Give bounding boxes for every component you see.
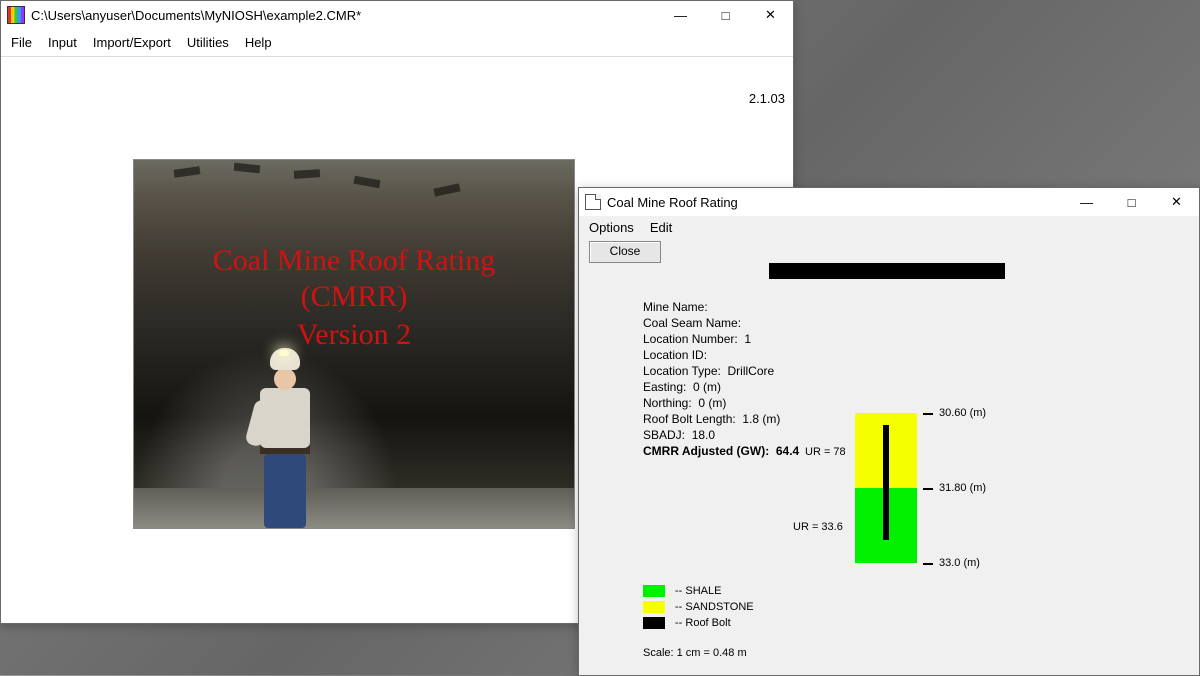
document-icon <box>585 194 601 210</box>
ur-bot-label: UR = 33.6 <box>793 521 843 533</box>
app-version-label: 2.1.03 <box>749 91 785 106</box>
legend-swatch-sandstone <box>643 601 665 613</box>
menu-edit[interactable]: Edit <box>650 220 672 235</box>
legend-label-sandstone: -- SANDSTONE <box>675 601 754 613</box>
cmrr-label: CMRR Adjusted (GW): <box>643 444 769 458</box>
close-button[interactable]: ✕ <box>748 1 793 29</box>
northing-value: 0 (m) <box>698 396 726 410</box>
legend-row-shale: -- SHALE <box>643 583 754 599</box>
depth-tick-mid <box>923 488 933 490</box>
legend-row-roofbolt: -- Roof Bolt <box>643 615 754 631</box>
easting-label: Easting: <box>643 380 686 394</box>
ur-top-label: UR = 78 <box>805 446 846 458</box>
legend: -- SHALE -- SANDSTONE -- Roof Bolt <box>643 583 754 631</box>
sbadj-value: 18.0 <box>692 428 715 442</box>
location-type-value: DrillCore <box>728 364 775 378</box>
location-type-label: Location Type: <box>643 364 721 378</box>
miner-icon <box>246 348 324 528</box>
strat-column <box>855 413 917 563</box>
northing-label: Northing: <box>643 396 692 410</box>
close-panel-button[interactable]: Close <box>589 241 661 263</box>
depth-label-top: 30.60 (m) <box>939 407 986 419</box>
hero-line-3: Version 2 <box>134 318 574 352</box>
mine-name-label: Mine Name: <box>643 300 708 314</box>
hero-line-1: Coal Mine Roof Rating <box>134 244 574 278</box>
rating-window-title: Coal Mine Roof Rating <box>607 195 1064 210</box>
cmrr-value: 64.4 <box>776 444 799 458</box>
location-fields: Mine Name: Coal Seam Name: Location Numb… <box>643 299 799 459</box>
roof-bolt-value: 1.8 (m) <box>742 412 780 426</box>
maximize-button[interactable]: □ <box>703 1 748 29</box>
sbadj-label: SBADJ: <box>643 428 685 442</box>
menu-help[interactable]: Help <box>245 35 272 50</box>
main-titlebar: C:\Users\anyuser\Documents\MyNIOSH\examp… <box>1 1 793 29</box>
depth-tick-top <box>923 413 933 415</box>
menu-import-export[interactable]: Import/Export <box>93 35 171 50</box>
location-number-label: Location Number: <box>643 332 738 346</box>
location-id-label: Location ID: <box>643 348 707 362</box>
main-menubar: File Input Import/Export Utilities Help <box>1 29 793 57</box>
scale-label: Scale: 1 cm = 0.48 m <box>643 647 747 659</box>
legend-row-sandstone: -- SANDSTONE <box>643 599 754 615</box>
rating-menubar: Options Edit <box>579 216 1199 237</box>
rating-titlebar: Coal Mine Roof Rating — □ ✕ <box>579 188 1199 216</box>
menu-file[interactable]: File <box>11 35 32 50</box>
coal-seam-label: Coal Seam Name: <box>643 316 741 330</box>
legend-swatch-shale <box>643 585 665 597</box>
depth-tick-bot <box>923 563 933 565</box>
menu-utilities[interactable]: Utilities <box>187 35 229 50</box>
rating-window: Coal Mine Roof Rating — □ ✕ Options Edit… <box>578 187 1200 676</box>
depth-label-bot: 33.0 (m) <box>939 557 980 569</box>
rating-close-button[interactable]: ✕ <box>1154 188 1199 216</box>
hero-image: Coal Mine Roof Rating (CMRR) Version 2 <box>133 159 575 529</box>
menu-input[interactable]: Input <box>48 35 77 50</box>
menu-options[interactable]: Options <box>589 220 634 235</box>
main-window-title: C:\Users\anyuser\Documents\MyNIOSH\examp… <box>31 8 658 23</box>
minimize-button[interactable]: — <box>658 1 703 29</box>
rating-maximize-button[interactable]: □ <box>1109 188 1154 216</box>
easting-value: 0 (m) <box>693 380 721 394</box>
hero-line-2: (CMRR) <box>134 280 574 314</box>
legend-swatch-roofbolt <box>643 617 665 629</box>
legend-label-roofbolt: -- Roof Bolt <box>675 617 731 629</box>
depth-label-mid: 31.80 (m) <box>939 482 986 494</box>
redacted-bar <box>769 263 1005 279</box>
roof-bolt-icon <box>883 425 889 540</box>
location-number-value: 1 <box>744 332 751 346</box>
roof-bolt-label: Roof Bolt Length: <box>643 412 736 426</box>
rating-minimize-button[interactable]: — <box>1064 188 1109 216</box>
app-icon <box>7 6 25 24</box>
legend-label-shale: -- SHALE <box>675 585 721 597</box>
rating-body: Mine Name: Coal Seam Name: Location Numb… <box>579 263 1199 674</box>
